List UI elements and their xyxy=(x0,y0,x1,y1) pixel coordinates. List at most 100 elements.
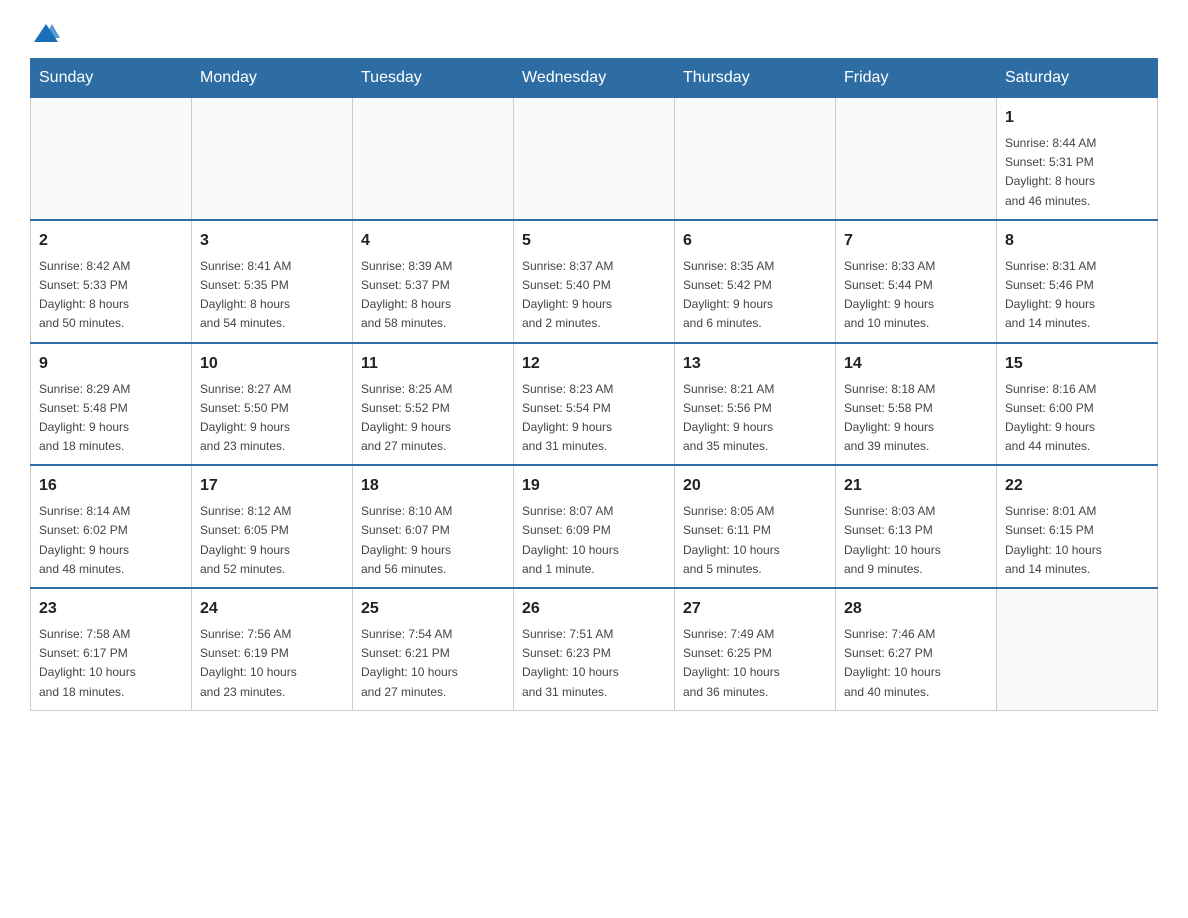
header-tuesday: Tuesday xyxy=(353,59,514,98)
day-info: Sunrise: 8:44 AM Sunset: 5:31 PM Dayligh… xyxy=(1005,134,1149,211)
table-row: 27 Sunrise: 7:49 AM Sunset: 6:25 PM Dayli… xyxy=(675,588,836,710)
table-row: 15 Sunrise: 8:16 AM Sunset: 6:00 PM Dayli… xyxy=(997,343,1158,466)
table-row: 22 Sunrise: 8:01 AM Sunset: 6:15 PM Dayli… xyxy=(997,465,1158,588)
day-number: 18 xyxy=(361,474,505,498)
table-row: 2 Sunrise: 8:42 AM Sunset: 5:33 PM Daylig… xyxy=(31,220,192,343)
day-number: 25 xyxy=(361,597,505,621)
calendar-week-row: 1 Sunrise: 8:44 AM Sunset: 5:31 PM Daylig… xyxy=(31,98,1158,220)
day-info: Sunrise: 8:29 AM Sunset: 5:48 PM Dayligh… xyxy=(39,380,183,457)
day-info: Sunrise: 8:01 AM Sunset: 6:15 PM Dayligh… xyxy=(1005,502,1149,579)
table-row: 1 Sunrise: 8:44 AM Sunset: 5:31 PM Daylig… xyxy=(997,98,1158,220)
day-number: 16 xyxy=(39,474,183,498)
day-info: Sunrise: 7:54 AM Sunset: 6:21 PM Dayligh… xyxy=(361,625,505,702)
table-row xyxy=(31,98,192,220)
table-row xyxy=(353,98,514,220)
day-number: 19 xyxy=(522,474,666,498)
day-info: Sunrise: 8:14 AM Sunset: 6:02 PM Dayligh… xyxy=(39,502,183,579)
day-info: Sunrise: 8:05 AM Sunset: 6:11 PM Dayligh… xyxy=(683,502,827,579)
day-info: Sunrise: 8:07 AM Sunset: 6:09 PM Dayligh… xyxy=(522,502,666,579)
table-row: 8Sunrise: 8:31 AM Sunset: 5:46 PM Daylig… xyxy=(997,220,1158,343)
day-info: Sunrise: 8:10 AM Sunset: 6:07 PM Dayligh… xyxy=(361,502,505,579)
table-row: 14Sunrise: 8:18 AM Sunset: 5:58 PM Dayli… xyxy=(836,343,997,466)
day-number: 9 xyxy=(39,352,183,376)
table-row: 17Sunrise: 8:12 AM Sunset: 6:05 PM Dayli… xyxy=(192,465,353,588)
day-number: 2 xyxy=(39,229,183,253)
table-row: 13 Sunrise: 8:21 AM Sunset: 5:56 PM Dayli… xyxy=(675,343,836,466)
table-row: 20 Sunrise: 8:05 AM Sunset: 6:11 PM Dayli… xyxy=(675,465,836,588)
day-info: Sunrise: 8:39 AM Sunset: 5:37 PM Dayligh… xyxy=(361,257,505,334)
table-row: 25 Sunrise: 7:54 AM Sunset: 6:21 PM Dayli… xyxy=(353,588,514,710)
calendar-week-row: 2 Sunrise: 8:42 AM Sunset: 5:33 PM Daylig… xyxy=(31,220,1158,343)
table-row: 10 Sunrise: 8:27 AM Sunset: 5:50 PM Dayli… xyxy=(192,343,353,466)
day-number: 4 xyxy=(361,229,505,253)
day-info: Sunrise: 7:58 AM Sunset: 6:17 PM Dayligh… xyxy=(39,625,183,702)
header-thursday: Thursday xyxy=(675,59,836,98)
day-number: 15 xyxy=(1005,352,1149,376)
day-number: 6 xyxy=(683,229,827,253)
table-row: 3 Sunrise: 8:41 AM Sunset: 5:35 PM Daylig… xyxy=(192,220,353,343)
header-wednesday: Wednesday xyxy=(514,59,675,98)
table-row: 6 Sunrise: 8:35 AM Sunset: 5:42 PM Daylig… xyxy=(675,220,836,343)
day-info: Sunrise: 7:46 AM Sunset: 6:27 PM Dayligh… xyxy=(844,625,988,702)
day-number: 21 xyxy=(844,474,988,498)
day-info: Sunrise: 7:56 AM Sunset: 6:19 PM Dayligh… xyxy=(200,625,344,702)
header-sunday: Sunday xyxy=(31,59,192,98)
day-info: Sunrise: 8:03 AM Sunset: 6:13 PM Dayligh… xyxy=(844,502,988,579)
table-row: 5Sunrise: 8:37 AM Sunset: 5:40 PM Daylig… xyxy=(514,220,675,343)
day-info: Sunrise: 8:23 AM Sunset: 5:54 PM Dayligh… xyxy=(522,380,666,457)
day-number: 26 xyxy=(522,597,666,621)
day-info: Sunrise: 8:42 AM Sunset: 5:33 PM Dayligh… xyxy=(39,257,183,334)
calendar-week-row: 9 Sunrise: 8:29 AM Sunset: 5:48 PM Daylig… xyxy=(31,343,1158,466)
day-info: Sunrise: 8:33 AM Sunset: 5:44 PM Dayligh… xyxy=(844,257,988,334)
page-header xyxy=(30,20,1158,48)
table-row: 18 Sunrise: 8:10 AM Sunset: 6:07 PM Dayli… xyxy=(353,465,514,588)
day-info: Sunrise: 8:41 AM Sunset: 5:35 PM Dayligh… xyxy=(200,257,344,334)
day-info: Sunrise: 8:35 AM Sunset: 5:42 PM Dayligh… xyxy=(683,257,827,334)
table-row: 11 Sunrise: 8:25 AM Sunset: 5:52 PM Dayli… xyxy=(353,343,514,466)
day-info: Sunrise: 8:21 AM Sunset: 5:56 PM Dayligh… xyxy=(683,380,827,457)
table-row: 23 Sunrise: 7:58 AM Sunset: 6:17 PM Dayli… xyxy=(31,588,192,710)
table-row: 21 Sunrise: 8:03 AM Sunset: 6:13 PM Dayli… xyxy=(836,465,997,588)
day-info: Sunrise: 7:51 AM Sunset: 6:23 PM Dayligh… xyxy=(522,625,666,702)
day-number: 10 xyxy=(200,352,344,376)
day-number: 17 xyxy=(200,474,344,498)
day-number: 27 xyxy=(683,597,827,621)
day-number: 8 xyxy=(1005,229,1149,253)
table-row: 28Sunrise: 7:46 AM Sunset: 6:27 PM Dayli… xyxy=(836,588,997,710)
day-number: 7 xyxy=(844,229,988,253)
day-info: Sunrise: 8:16 AM Sunset: 6:00 PM Dayligh… xyxy=(1005,380,1149,457)
day-number: 11 xyxy=(361,352,505,376)
weekday-header-row: Sunday Monday Tuesday Wednesday Thursday… xyxy=(31,59,1158,98)
day-number: 24 xyxy=(200,597,344,621)
day-number: 22 xyxy=(1005,474,1149,498)
table-row: 16 Sunrise: 8:14 AM Sunset: 6:02 PM Dayli… xyxy=(31,465,192,588)
table-row xyxy=(836,98,997,220)
header-saturday: Saturday xyxy=(997,59,1158,98)
calendar-week-row: 16 Sunrise: 8:14 AM Sunset: 6:02 PM Dayli… xyxy=(31,465,1158,588)
table-row: 4 Sunrise: 8:39 AM Sunset: 5:37 PM Daylig… xyxy=(353,220,514,343)
table-row: 24 Sunrise: 7:56 AM Sunset: 6:19 PM Dayli… xyxy=(192,588,353,710)
calendar-table: Sunday Monday Tuesday Wednesday Thursday… xyxy=(30,58,1158,711)
day-number: 3 xyxy=(200,229,344,253)
table-row: 9 Sunrise: 8:29 AM Sunset: 5:48 PM Daylig… xyxy=(31,343,192,466)
table-row: 7 Sunrise: 8:33 AM Sunset: 5:44 PM Daylig… xyxy=(836,220,997,343)
header-friday: Friday xyxy=(836,59,997,98)
table-row xyxy=(675,98,836,220)
day-number: 20 xyxy=(683,474,827,498)
day-info: Sunrise: 8:25 AM Sunset: 5:52 PM Dayligh… xyxy=(361,380,505,457)
header-monday: Monday xyxy=(192,59,353,98)
day-info: Sunrise: 8:18 AM Sunset: 5:58 PM Dayligh… xyxy=(844,380,988,457)
day-number: 1 xyxy=(1005,106,1149,130)
calendar-week-row: 23 Sunrise: 7:58 AM Sunset: 6:17 PM Dayli… xyxy=(31,588,1158,710)
day-number: 12 xyxy=(522,352,666,376)
table-row xyxy=(997,588,1158,710)
day-number: 13 xyxy=(683,352,827,376)
table-row: 12 Sunrise: 8:23 AM Sunset: 5:54 PM Dayli… xyxy=(514,343,675,466)
table-row: 26 Sunrise: 7:51 AM Sunset: 6:23 PM Dayli… xyxy=(514,588,675,710)
day-info: Sunrise: 7:49 AM Sunset: 6:25 PM Dayligh… xyxy=(683,625,827,702)
table-row xyxy=(192,98,353,220)
day-number: 23 xyxy=(39,597,183,621)
table-row xyxy=(514,98,675,220)
day-info: Sunrise: 8:27 AM Sunset: 5:50 PM Dayligh… xyxy=(200,380,344,457)
table-row: 19 Sunrise: 8:07 AM Sunset: 6:09 PM Dayli… xyxy=(514,465,675,588)
